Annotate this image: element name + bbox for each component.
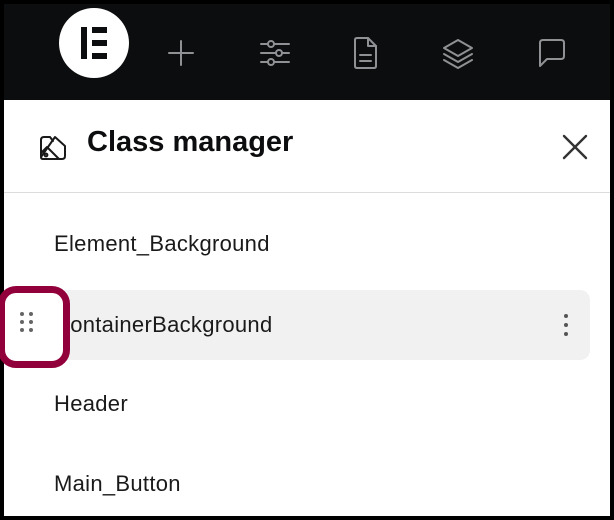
logo-bar [81, 27, 87, 59]
class-label: Element_Background [54, 231, 270, 256]
panel-header: Class manager [4, 100, 610, 193]
class-manager-panel: Class manager Element_Background Contain… [4, 100, 610, 516]
comment-icon[interactable] [534, 35, 570, 71]
class-label: ContainerBackground [54, 312, 273, 337]
drag-handle-icon[interactable] [0, 286, 70, 368]
sliders-icon[interactable] [257, 35, 293, 71]
class-row[interactable]: Main_Button [34, 449, 590, 516]
logo-bar [92, 53, 107, 59]
app-frame: Class manager Element_Background Contain… [0, 0, 614, 520]
elementor-logo[interactable] [59, 8, 129, 78]
plus-icon[interactable] [163, 35, 199, 71]
panel-title: Class manager [87, 126, 294, 158]
logo-bar [92, 40, 107, 46]
class-label: Main_Button [54, 471, 181, 496]
class-row[interactable]: Element_Background [34, 209, 590, 279]
close-icon[interactable] [559, 131, 591, 163]
layers-icon[interactable] [440, 35, 476, 71]
class-label: Header [54, 391, 128, 416]
logo-bar [92, 27, 107, 33]
more-options-icon[interactable] [554, 312, 578, 338]
editor-top-bar [4, 4, 610, 100]
page-icon[interactable] [347, 35, 383, 71]
class-row[interactable]: Header [34, 369, 590, 439]
class-row[interactable]: ContainerBackground [34, 290, 590, 360]
class-manager-icon [38, 133, 68, 163]
